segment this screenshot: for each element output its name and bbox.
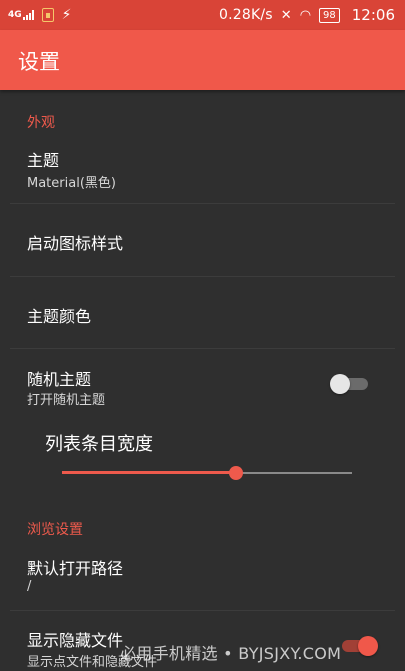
- setting-theme-title: 主题: [27, 151, 60, 170]
- random-theme-toggle[interactable]: [330, 374, 370, 394]
- divider: [10, 203, 395, 204]
- sim-card-icon: [41, 8, 54, 22]
- setting-default-path-title: 默认打开路径: [27, 559, 124, 578]
- app-bar: 设置: [0, 30, 405, 90]
- divider: [10, 348, 395, 349]
- cellular-signal-icon: 4G: [8, 10, 34, 20]
- setting-launcher-icon-style-title: 启动图标样式: [27, 234, 124, 253]
- status-bar: 4G ⚡ 0.28K/s ✕ ◠ 98 12:06: [0, 0, 405, 30]
- network-type: 4G: [8, 10, 22, 20]
- network-speed: 0.28K/s: [219, 7, 273, 23]
- show-hidden-toggle[interactable]: [338, 636, 378, 656]
- mute-icon: ✕: [280, 7, 292, 23]
- setting-default-path-subtitle: /: [27, 579, 32, 594]
- section-header-appearance: 外观: [27, 115, 55, 131]
- watermark: 必用手机精选 • BYJSJXY.COM: [120, 644, 342, 663]
- slider-knob[interactable]: [229, 466, 243, 480]
- battery-indicator: 98: [319, 7, 340, 23]
- page-title: 设置: [18, 50, 60, 74]
- divider: [10, 610, 395, 611]
- setting-theme-color-title: 主题颜色: [27, 307, 92, 326]
- setting-random-theme-subtitle: 打开随机主题: [27, 393, 106, 408]
- list-item-width-slider[interactable]: [62, 466, 352, 480]
- setting-show-hidden-title: 显示隐藏文件: [27, 631, 124, 650]
- setting-theme-subtitle: Material(黑色): [27, 176, 116, 191]
- slider-fill: [62, 471, 236, 474]
- divider: [10, 276, 395, 277]
- wifi-icon: ◠: [299, 7, 312, 23]
- usb-icon: ⚡: [61, 7, 72, 23]
- section-header-browse: 浏览设置: [27, 522, 83, 538]
- clock: 12:06: [351, 6, 395, 24]
- setting-random-theme-title: 随机主题: [27, 370, 92, 389]
- list-item-width-label: 列表条目宽度: [45, 434, 153, 455]
